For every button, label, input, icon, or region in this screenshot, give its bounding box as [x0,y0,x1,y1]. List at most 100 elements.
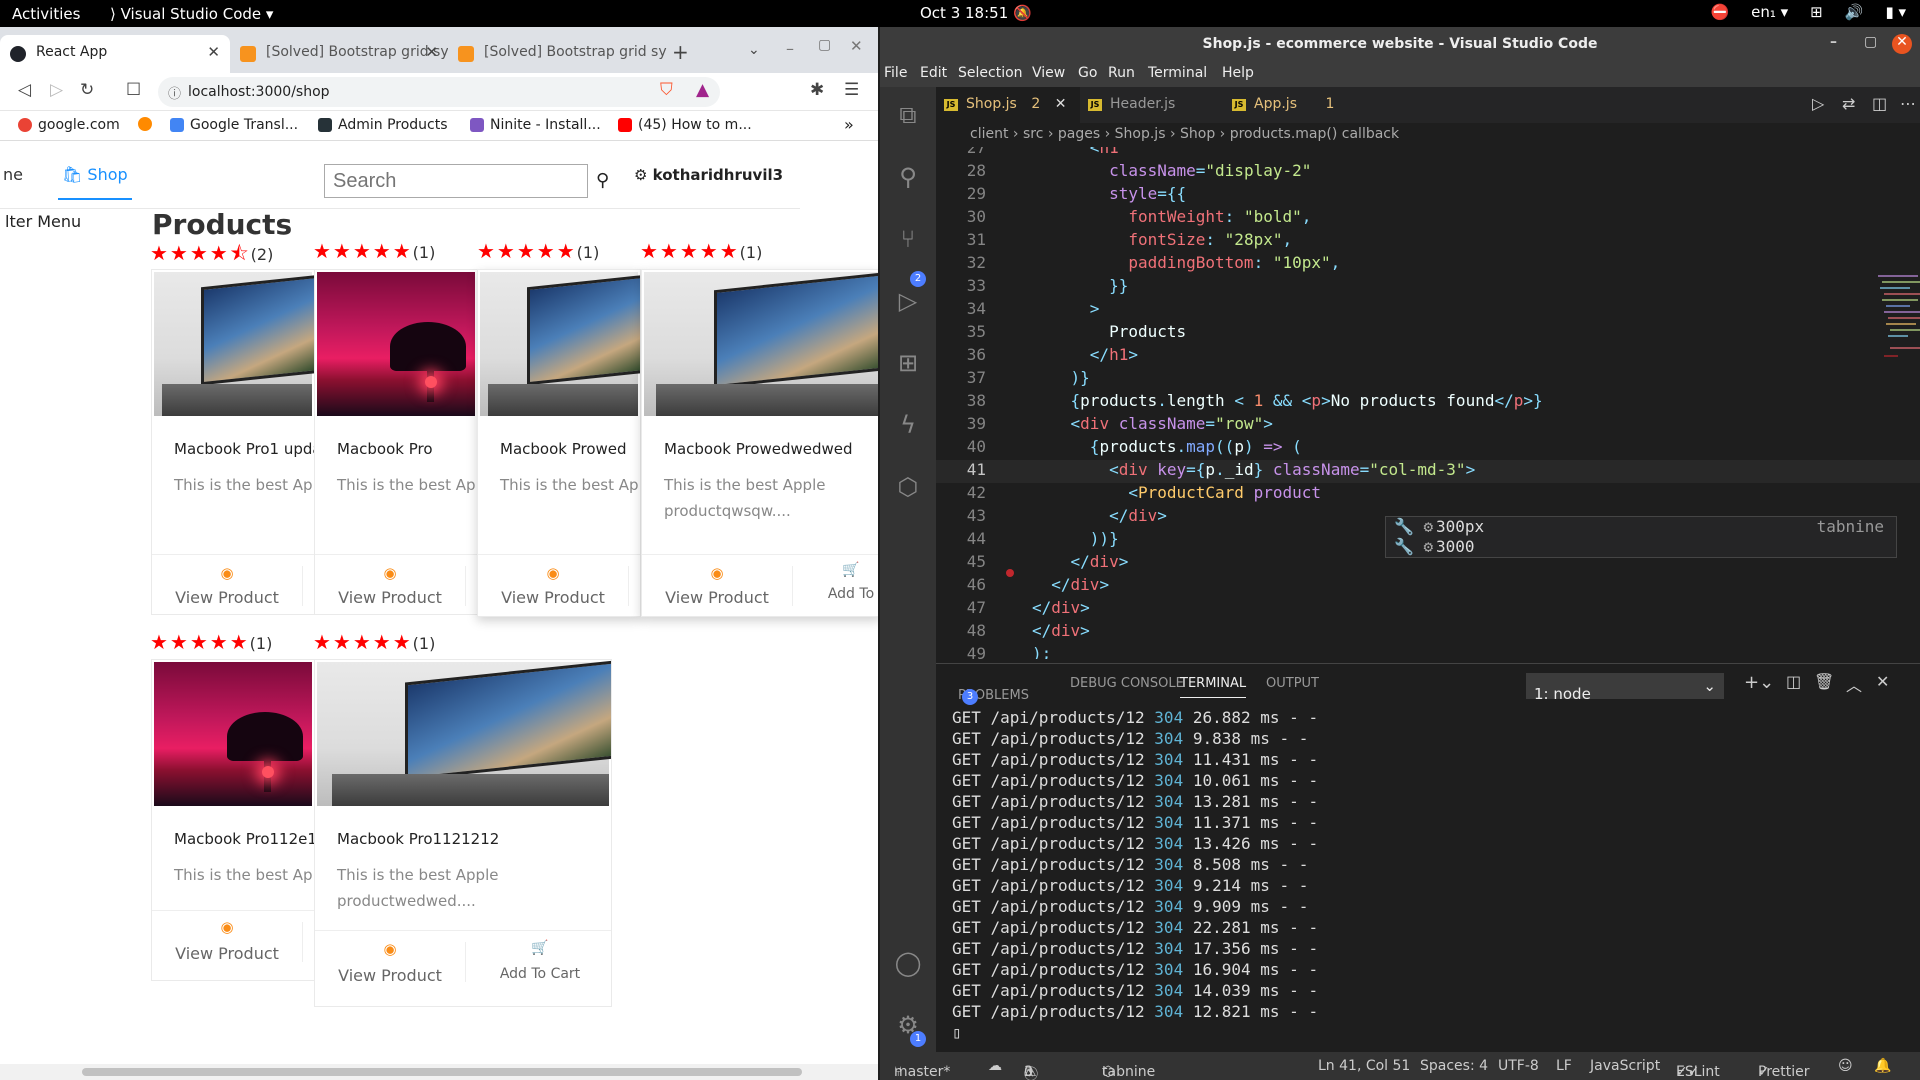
more-bookmarks-icon[interactable]: » [844,115,854,134]
eye-icon[interactable]: ◉ [152,564,302,582]
suggestion-item[interactable]: 🔧 ⚙ 3000 [1386,537,1896,557]
editor-tab-shop[interactable]: JS Shop.js 2 ✕ [936,87,1080,123]
bookmark-icon[interactable]: ☐ [126,80,141,100]
editor-tab-app[interactable]: JS App.js 1 [1224,87,1354,123]
minimap[interactable] [1876,271,1920,421]
network-icon[interactable]: ⊞ [1810,3,1823,21]
battery-icon[interactable]: ▮ ▾ [1885,3,1906,21]
close-tab-icon[interactable]: ✕ [207,43,220,61]
extensions-icon[interactable]: ✱ [810,80,824,100]
menu-run[interactable]: Run [1108,65,1135,81]
view-product-button[interactable]: View Product [642,588,792,607]
feedback-icon[interactable]: ☺ [1838,1058,1853,1074]
bookmark-ninite[interactable]: Ninite - Install... [470,117,601,133]
tab-search-icon[interactable]: ⌄ [748,42,760,58]
search-icon[interactable]: ⚲ [596,170,609,191]
breadcrumb[interactable]: client › src › pages › Shop.js › Shop › … [936,123,1920,147]
user-menu[interactable]: ⚙ kotharidhruvil3 [634,166,783,184]
split-terminal-icon[interactable]: ◫ [1786,672,1801,691]
compare-changes-icon[interactable]: ⇄ [1842,94,1855,113]
menu-edit[interactable]: Edit [920,65,947,81]
language-indicator[interactable]: en₁ ▾ [1751,3,1788,21]
bookmark-google-translate[interactable]: Google Transl... [170,117,298,133]
eye-icon[interactable]: ◉ [152,918,302,936]
close-window-icon[interactable]: ✕ [1892,34,1912,54]
back-icon[interactable]: ◁ [18,80,31,100]
reload-icon[interactable]: ↻ [80,80,94,100]
forward-icon[interactable]: ▷ [50,80,63,100]
language-mode[interactable]: JavaScript [1590,1058,1660,1074]
eye-icon[interactable]: ◉ [642,564,792,582]
encoding[interactable]: UTF-8 [1498,1058,1539,1074]
app-menu[interactable]: ⟩ Visual Studio Code ▾ [110,5,273,23]
close-tab-icon[interactable]: ✕ [1055,96,1067,112]
trash-icon[interactable]: 🗑 [1814,672,1834,691]
menu-terminal[interactable]: Terminal [1148,65,1207,81]
terminal-select[interactable]: 1: node ⌄ [1526,673,1724,703]
volume-icon[interactable]: 🔊 [1845,3,1864,21]
explorer-icon[interactable]: ⧉ [892,101,924,133]
browser-tab-bootstrap-2[interactable]: [Solved] Bootstrap grid sy [448,35,668,73]
activities-button[interactable]: Activities [12,5,80,23]
brave-rewards-icon[interactable]: ▲ [696,80,709,100]
update-indicator-icon[interactable]: ⛔ [1710,3,1729,21]
address-bar[interactable]: ⓘ localhost:3000/shop [158,77,720,107]
minimize-icon[interactable]: – [1830,34,1837,50]
tab-debug-console[interactable]: DEBUG CONSOLE [1070,676,1184,691]
view-product-button[interactable]: View Product [315,588,465,607]
filter-menu-label[interactable]: lter Menu [5,212,81,231]
maximize-icon[interactable]: ▢ [1864,34,1877,50]
tab-problems[interactable]: PROBLEMS 3 [958,676,1029,705]
close-panel-icon[interactable]: ✕ [1876,672,1889,691]
suggestion-item[interactable]: 🔧 ⚙ 300px tabnine [1386,517,1896,537]
menu-view[interactable]: View [1032,65,1065,81]
eye-icon[interactable]: ◉ [315,940,465,958]
extensions-icon[interactable]: ⊞ [892,349,924,381]
view-product-button[interactable]: View Product [478,588,628,607]
bookmark-youtube[interactable]: (45) How to m... [618,117,752,133]
menu-go[interactable]: Go [1078,65,1097,81]
horizontal-scrollbar[interactable] [0,1064,878,1080]
clock[interactable]: Oct 3 18:51 🔕 [920,4,1032,22]
search-input[interactable] [324,164,588,198]
run-debug-icon[interactable]: ▷ [892,287,924,319]
editor-tab-header[interactable]: JS Header.js [1080,87,1224,123]
scrollbar-thumb[interactable] [82,1068,802,1076]
menu-file[interactable]: File [884,65,907,81]
maximize-icon[interactable]: ▢ [818,37,831,53]
tab-output[interactable]: OUTPUT [1266,676,1319,691]
lightning-icon[interactable]: ϟ [892,411,924,443]
cart-icon[interactable]: 🛒 [465,940,611,956]
run-icon[interactable]: ▷ [1812,94,1824,113]
breakpoint-icon[interactable] [1006,569,1014,577]
view-product-button[interactable]: View Product [152,588,302,607]
search-icon[interactable]: ⚲ [892,163,924,195]
more-actions-icon[interactable]: ⋯ [1900,94,1916,113]
close-window-icon[interactable]: ✕ [850,37,863,55]
indentation[interactable]: Spaces: 4 [1420,1058,1488,1074]
source-control-icon[interactable]: ⑂ [892,225,924,257]
terminal-output[interactable]: GET /api/products/12 304 26.882 ms - - GE… [952,708,1902,1044]
eye-icon[interactable]: ◉ [478,564,628,582]
end-of-line[interactable]: LF [1556,1058,1572,1074]
menu-selection[interactable]: Selection [958,65,1023,81]
nav-home-link[interactable]: ne [3,165,23,184]
nav-shop-link[interactable]: 🛍 Shop [58,165,132,200]
bookmark-admin-products[interactable]: Admin Products [318,117,448,133]
cursor-position[interactable]: Ln 41, Col 51 [1318,1058,1410,1074]
bookmark-google[interactable]: google.com [18,117,120,133]
cart-icon[interactable]: 🛒 [776,562,878,578]
browser-tab-react-app[interactable]: React App ✕ [0,35,230,73]
new-tab-icon[interactable]: + [672,40,689,64]
menu-help[interactable]: Help [1222,65,1254,81]
view-product-button[interactable]: View Product [152,944,302,963]
info-icon[interactable]: ⓘ [168,83,181,102]
maximize-panel-icon[interactable]: ︿ [1846,672,1862,696]
add-to-cart-button[interactable]: Add To Cart [465,966,611,982]
tab-terminal[interactable]: TERMINAL [1180,676,1247,698]
minimize-icon[interactable]: – [786,39,794,58]
close-tab-icon[interactable]: ✕ [425,43,438,61]
menu-icon[interactable]: ☰ [844,80,859,100]
new-terminal-icon[interactable]: +⌄ [1744,672,1774,693]
browser-tab-bootstrap-1[interactable]: [Solved] Bootstrap grid sy ✕ [230,35,448,73]
